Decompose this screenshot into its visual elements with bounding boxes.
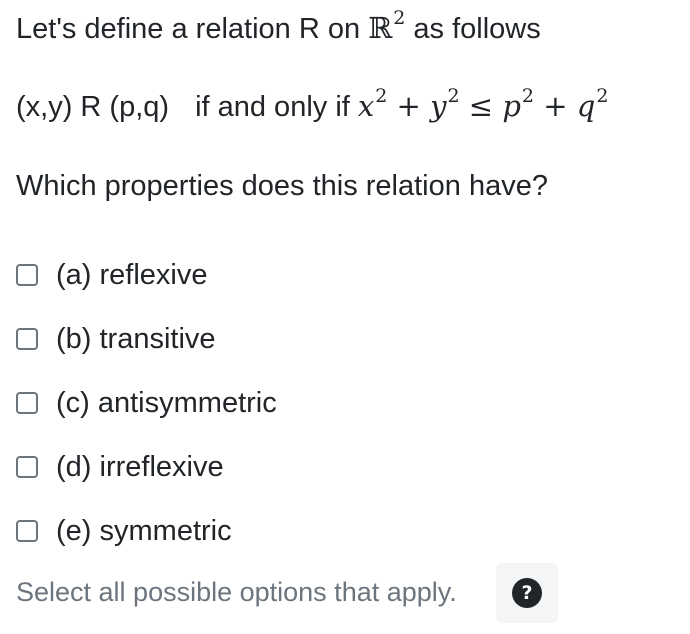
question-mark-icon[interactable]: ? — [512, 578, 542, 608]
question-line-3: Which properties does this relation have… — [16, 170, 548, 202]
checkbox[interactable] — [16, 328, 38, 350]
option-reflexive[interactable]: (a) reflexive — [16, 255, 277, 295]
option-antisymmetric[interactable]: (c) antisymmetric — [16, 383, 277, 423]
relation-notation: (x,y) R (p,q) — [16, 91, 170, 123]
checkbox[interactable] — [16, 264, 38, 286]
checkbox[interactable] — [16, 520, 38, 542]
option-label: (b) transitive — [56, 323, 216, 355]
option-label: (e) symmetric — [56, 515, 232, 547]
checkbox[interactable] — [16, 456, 38, 478]
iff-text: if and only if — [195, 91, 350, 123]
help-button[interactable]: ? — [496, 563, 558, 623]
option-transitive[interactable]: (b) transitive — [16, 319, 277, 359]
relation-condition: x2 + y2 ≤ p2 + q2 — [357, 85, 609, 123]
question-suffix: as follows — [405, 13, 541, 45]
option-label: (c) antisymmetric — [56, 387, 277, 419]
question-prefix: Let's define a relation R on — [16, 13, 369, 45]
real-plane-symbol: ℝ2 — [368, 7, 406, 45]
question-line-1: Let's define a relation R on ℝ2 as follo… — [16, 7, 541, 50]
options-list: (a) reflexive (b) transitive (c) antisym… — [16, 255, 277, 551]
option-irreflexive[interactable]: (d) irreflexive — [16, 447, 277, 487]
checkbox[interactable] — [16, 392, 38, 414]
option-symmetric[interactable]: (e) symmetric — [16, 511, 277, 551]
instruction-hint: Select all possible options that apply. — [16, 577, 457, 607]
option-label: (a) reflexive — [56, 259, 208, 291]
question-line-2: (x,y) R (p,q) if and only if x2 + y2 ≤ p2… — [16, 85, 609, 128]
option-label: (d) irreflexive — [56, 451, 224, 483]
